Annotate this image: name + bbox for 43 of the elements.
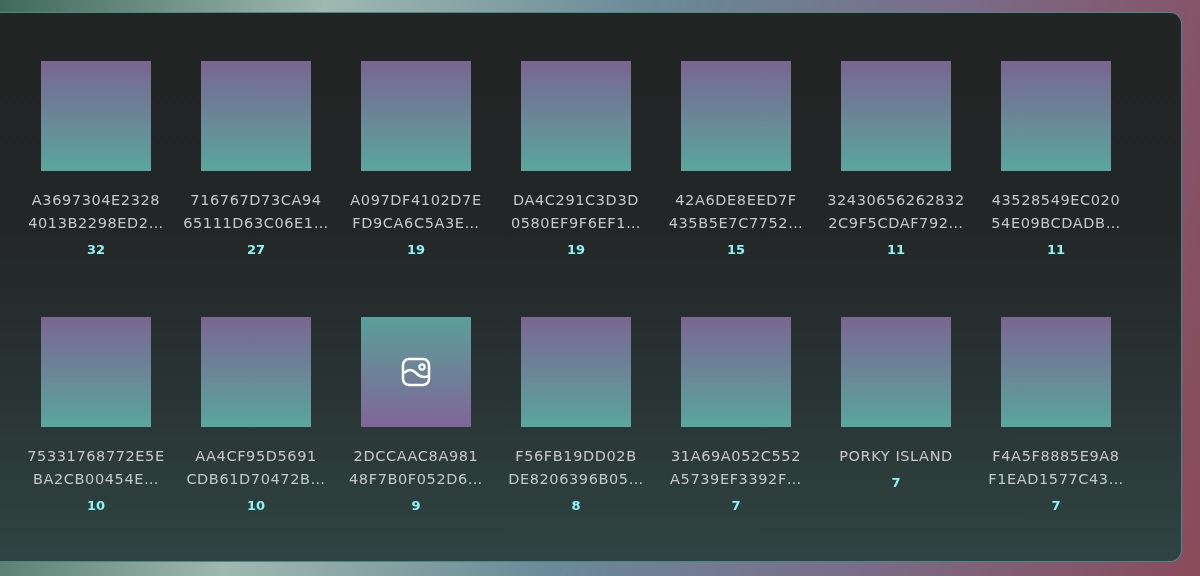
album-name: 716767D73CA94 65111D63C06E1…: [182, 191, 330, 233]
item-count: 19: [406, 242, 426, 257]
thumbnail[interactable]: [841, 317, 951, 427]
item-count: 7: [891, 475, 901, 490]
item-count: 11: [1046, 242, 1066, 257]
thumbnail[interactable]: [681, 317, 791, 427]
album-name: AA4CF95D5691 CDB61D70472B…: [185, 447, 327, 489]
thumbnail[interactable]: [41, 61, 151, 171]
thumbnail[interactable]: [1001, 61, 1111, 171]
thumbnail[interactable]: [841, 61, 951, 171]
thumbnail[interactable]: [361, 61, 471, 171]
album-name: 32430656262832 2C9F5CDAF792…: [826, 191, 966, 233]
album-name: 2DCCAAC8A981 48F7B0F052D6…: [348, 447, 484, 489]
item-count: 11: [886, 242, 906, 257]
thumbnail[interactable]: [1001, 317, 1111, 427]
item-count: 32: [86, 242, 106, 257]
album-name: 43528549EC020 54E09BCDADB…: [990, 191, 1122, 233]
item-count: 19: [566, 242, 586, 257]
item-count: 7: [731, 498, 741, 513]
item-count: 9: [411, 498, 421, 513]
item-count: 15: [726, 242, 746, 257]
thumbnail[interactable]: [201, 61, 311, 171]
item-count: 10: [86, 498, 106, 513]
album-name: F56FB19DD02B DE8206396B05…: [507, 447, 645, 489]
thumbnail[interactable]: [361, 317, 471, 427]
item-count: 8: [571, 498, 581, 513]
item-count: 10: [246, 498, 266, 513]
album-name: PORKY ISLAND: [838, 447, 954, 466]
album-name: A097DF4102D7E FD9CA6C5A3E…: [349, 191, 483, 233]
album-name: F4A5F8885E9A8 F1EAD1577C43…: [987, 447, 1125, 489]
thumbnail[interactable]: [521, 61, 631, 171]
item-count: 27: [246, 242, 266, 257]
item-count: 7: [1051, 498, 1061, 513]
thumbnail[interactable]: [681, 61, 791, 171]
thumbnail[interactable]: [201, 317, 311, 427]
album-name: DA4C291C3D3D 0580EF9F6EF1…: [509, 191, 643, 233]
thumbnail[interactable]: [521, 317, 631, 427]
album-name: 75331768772E5E BA2CB00454E…: [26, 447, 166, 489]
thumbnail[interactable]: [41, 317, 151, 427]
image-icon: [401, 357, 431, 387]
album-name: A3697304E2328 4013B2298ED2…: [27, 191, 165, 233]
album-name: 42A6DE8EED7F 435B5E7C7752…: [667, 191, 805, 233]
album-name: 31A69A052C552 A5739EF3392F…: [669, 447, 803, 489]
